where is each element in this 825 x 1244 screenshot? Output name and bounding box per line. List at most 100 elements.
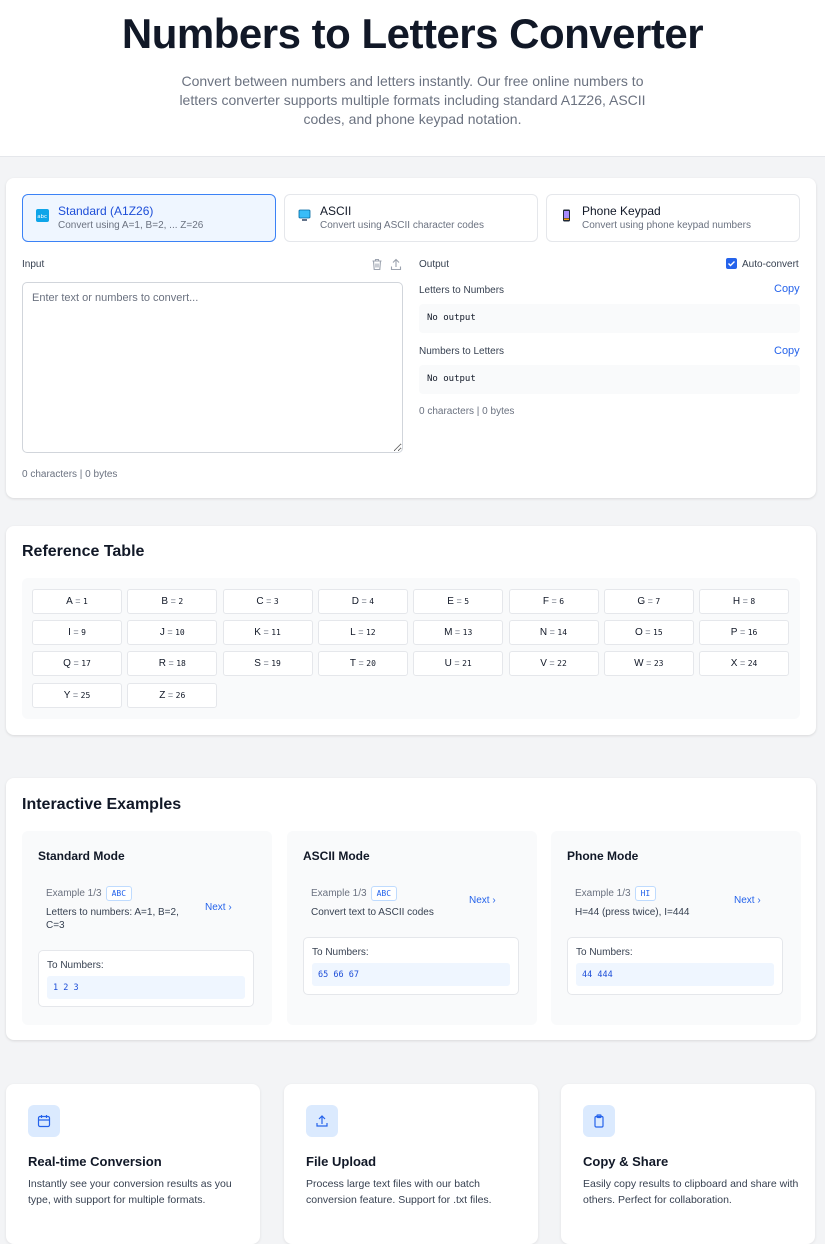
reference-letter: G [637,596,646,607]
next-button[interactable]: Next › [205,902,232,913]
next-button[interactable]: Next › [734,895,761,906]
mode-ascii-tab[interactable]: ASCII Convert using ASCII character code… [284,194,538,242]
example-title: ASCII Mode [303,849,370,863]
mode-ascii-title: ASCII [320,204,352,218]
mode-phone-title: Phone Keypad [582,204,661,218]
result-label: To Numbers: [312,947,369,958]
equals-sign: = [165,689,176,700]
reference-number: 16 [747,628,758,638]
equals-sign: = [358,596,370,606]
reference-cell: W = 23 [603,651,694,677]
reference-number: 21 [462,659,472,669]
reference-cell: T = 20 [317,651,408,677]
input-stats: 0 characters | 0 bytes [22,469,118,480]
reference-cell: U = 21 [413,651,504,677]
reference-letter: O [634,627,643,639]
clipboard-icon [583,1105,615,1137]
reference-number: 5 [464,597,470,606]
page-title: Numbers to Letters Converter [121,10,704,57]
chevron-right-icon: › [228,902,232,913]
copy-numbers-to-letters-button[interactable]: Copy [774,345,800,357]
copy-letters-to-numbers-button[interactable]: Copy [774,283,800,295]
feature-desc: Process large text files with our batch … [306,1178,492,1206]
numbers-to-letters-output: No output [419,365,800,394]
reference-letter: S [254,658,261,670]
reference-number: 20 [366,659,376,669]
reference-cell: B = 2 [127,589,218,614]
reference-cell: Q = 17 [32,651,122,677]
feature-card: File Upload Process large text files wit… [284,1084,538,1244]
reference-cell: M = 13 [413,620,504,646]
reference-cell: D = 4 [317,589,408,614]
upload-icon[interactable] [390,258,402,276]
result-value: 44 444 [576,963,774,986]
mode-standard-title: Standard (A1Z26) [58,204,154,218]
reference-number: 6 [559,597,565,606]
output-label: Output [419,259,450,270]
result-value: 65 66 67 [312,963,510,986]
reference-letter: A [66,596,73,607]
example-phone: Phone Mode Example 1/3 HI H=44 (press twi… [551,831,801,1025]
letters-to-numbers-output: No output [419,304,800,333]
example-title: Standard Mode [38,849,125,863]
reference-cell: I = 9 [32,620,122,646]
example-result: To Numbers: 1 2 3 [38,950,254,1007]
page-subtitle: Convert between numbers and letters inst… [179,73,646,128]
reference-number: 22 [557,659,567,669]
reference-grid: A = 1B = 2C = 3D = 4E = 5F = 6G = 7H = 8… [22,578,800,719]
reference-cell: K = 11 [222,620,313,646]
mode-standard-tab[interactable]: abc Standard (A1Z26) Convert using A=1, … [22,194,276,242]
letters-to-numbers-label: Letters to Numbers [419,285,505,296]
reference-letter: W [634,658,644,670]
equals-sign: = [642,627,653,638]
auto-convert-checkbox[interactable] [726,258,737,269]
reference-number: 13 [462,628,473,638]
upload-icon [306,1105,338,1137]
phone-icon [560,209,573,222]
reference-cell: S = 19 [222,651,313,677]
reference-number: 9 [81,628,86,638]
equals-sign: = [70,658,82,669]
examples-card: Interactive Examples Standard Mode Examp… [6,778,816,1040]
abc-icon: abc [36,209,49,222]
feature-title: Copy & Share [583,1154,669,1169]
example-desc: Convert text to ASCII codes [311,907,434,918]
auto-convert-label: Auto-convert [742,259,799,270]
reference-cell: N = 14 [508,620,599,646]
equals-sign: = [737,658,748,669]
input-textarea[interactable] [22,282,403,453]
example-badge: HI [634,886,657,901]
calendar-icon [28,1105,60,1137]
mode-phone-tab[interactable]: Phone Keypad Convert using phone keypad … [546,194,800,242]
numbers-to-letters-label: Numbers to Letters [419,346,505,357]
reference-letter: E [447,596,454,607]
equals-sign: = [737,627,748,638]
reference-letter: V [540,658,547,670]
reference-number: 4 [369,597,375,606]
reference-cell: L = 12 [317,620,408,646]
example-result: To Numbers: 65 66 67 [303,937,519,995]
computer-icon [298,209,311,222]
result-label: To Numbers: [47,960,104,971]
next-button[interactable]: Next › [469,895,496,906]
feature-title: File Upload [306,1154,377,1169]
reference-cell: H = 8 [699,589,790,614]
trash-icon[interactable] [371,258,383,276]
result-label: To Numbers: [576,947,633,958]
output-stats: 0 characters | 0 bytes [419,406,515,417]
reference-number: 3 [273,597,279,606]
example-desc: H=44 (press twice), I=444 [575,907,690,918]
reference-letter: Q [63,658,71,670]
hero: Numbers to Letters Converter Convert bet… [0,0,825,157]
example-desc: Letters to numbers: A=1, B=2, C=3 [46,907,179,931]
equals-sign: = [451,658,463,669]
equals-sign: = [165,658,177,669]
reference-letter: U [444,658,452,670]
reference-number: 2 [178,597,184,606]
feature-desc: Easily copy results to clipboard and sha… [583,1178,799,1206]
example-badge: ABC [370,886,398,901]
reference-cell: X = 24 [699,651,790,677]
reference-card: Reference Table A = 1B = 2C = 3D = 4E = … [6,526,816,735]
examples-title: Interactive Examples [22,796,182,813]
reference-number: 11 [271,628,281,638]
